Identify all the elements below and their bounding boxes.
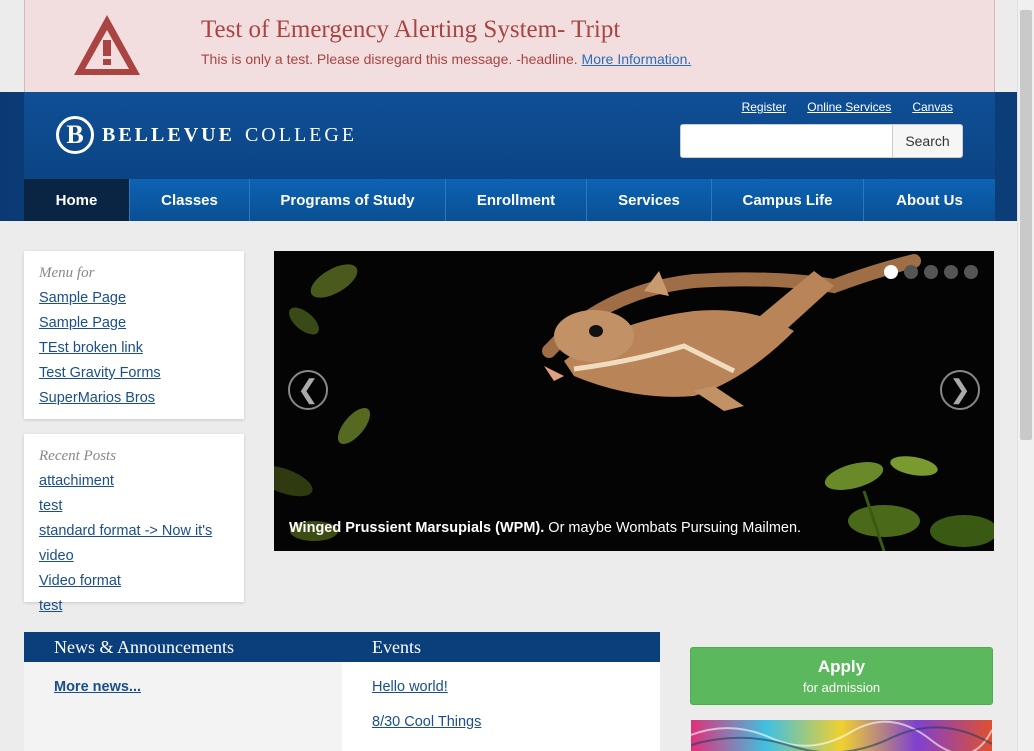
recent-posts-list: attachiment test standard format -> Now …: [39, 469, 229, 619]
post-link[interactable]: test: [39, 498, 62, 514]
search-box: Search: [680, 124, 963, 158]
menu-link[interactable]: Sample Page: [39, 315, 126, 331]
emergency-alert: Test of Emergency Alerting System- Tript…: [24, 0, 995, 93]
menu-widget-title: Menu for: [39, 265, 95, 281]
logo-text: BELLEVUE COLLEGE: [102, 124, 357, 147]
recent-posts-title: Recent Posts: [39, 448, 117, 464]
list-item: attachiment: [39, 469, 229, 494]
logo-mark: B: [56, 116, 94, 154]
list-item: test: [39, 494, 229, 519]
list-item: Sample Page: [39, 286, 229, 311]
online-services-link[interactable]: Online Services: [807, 100, 891, 114]
slider-dot[interactable]: [924, 265, 938, 279]
more-news-link[interactable]: More news...: [54, 679, 141, 695]
news-events-bar: News & Announcements Events: [24, 632, 660, 662]
slider-prev-button[interactable]: ❮: [288, 370, 328, 410]
events-title: Events: [372, 637, 421, 657]
events-panel: Hello world! 8/30 Cool Things: [342, 662, 660, 751]
more-information-link[interactable]: More Information.: [582, 51, 692, 67]
slide-caption: Winged Prussient Marsupials (WPM). Or ma…: [289, 520, 801, 536]
list-item: test: [39, 594, 229, 619]
event-link[interactable]: 8/30 Cool Things: [372, 714, 481, 730]
scrollbar-thumb[interactable]: [1020, 10, 1032, 440]
apply-button[interactable]: Apply for admission: [690, 647, 993, 705]
event-link[interactable]: Hello world!: [372, 679, 448, 695]
list-item: standard format -> Now it's video: [39, 519, 229, 569]
menu-widget: Menu for Sample Page Sample Page TEst br…: [24, 251, 244, 419]
menu-link[interactable]: Test Gravity Forms: [39, 365, 161, 381]
slider-dots: [884, 265, 978, 279]
search-button[interactable]: Search: [892, 125, 962, 157]
caption-bold: Winged Prussient Marsupials (WPM).: [289, 520, 545, 536]
slide-image: [274, 251, 994, 551]
main-nav: Home Classes Programs of Study Enrollmen…: [24, 179, 995, 221]
menu-link[interactable]: Sample Page: [39, 290, 126, 306]
list-item: Test Gravity Forms: [39, 361, 229, 386]
post-link[interactable]: Video format: [39, 573, 121, 589]
page-scrollbar[interactable]: [1017, 0, 1034, 751]
search-input[interactable]: [681, 125, 892, 157]
logo-bold: BELLEVUE: [102, 123, 235, 146]
menu-link[interactable]: SuperMarios Bros: [39, 390, 155, 406]
slider-next-button[interactable]: ❯: [940, 370, 980, 410]
nav-home[interactable]: Home: [24, 179, 129, 221]
menu-link[interactable]: TEst broken link: [39, 340, 143, 356]
slider-dot[interactable]: [964, 265, 978, 279]
nav-campus-life[interactable]: Campus Life: [711, 179, 863, 221]
slider-dot[interactable]: [904, 265, 918, 279]
logo-rest: COLLEGE: [244, 123, 358, 146]
list-item: Video format: [39, 569, 229, 594]
alert-message: This is only a test. Please disregard th…: [201, 51, 691, 67]
post-link[interactable]: attachiment: [39, 473, 114, 489]
post-link[interactable]: test: [39, 598, 62, 614]
warning-icon: [74, 15, 140, 75]
alert-message-text: This is only a test. Please disregard th…: [201, 51, 578, 67]
college-logo[interactable]: B BELLEVUE COLLEGE: [56, 116, 357, 154]
nav-enrollment[interactable]: Enrollment: [445, 179, 586, 221]
recent-posts-widget: Recent Posts attachiment test standard f…: [24, 434, 244, 614]
top-links: Register Online Services Canvas: [742, 100, 953, 114]
promo-art: [691, 720, 992, 751]
slider-dot[interactable]: [944, 265, 958, 279]
promo-image[interactable]: [691, 720, 992, 751]
nav-services[interactable]: Services: [586, 179, 711, 221]
image-slider: ❮ ❯ Winged Prussient Marsupials (WPM). O…: [274, 251, 994, 551]
canvas-link[interactable]: Canvas: [912, 100, 953, 114]
slider-dot[interactable]: [884, 265, 898, 279]
menu-list: Sample Page Sample Page TEst broken link…: [39, 286, 229, 411]
nav-about-us[interactable]: About Us: [863, 179, 995, 221]
news-title: News & Announcements: [54, 637, 234, 657]
list-item: SuperMarios Bros: [39, 386, 229, 411]
caption-rest: Or maybe Wombats Pursuing Mailmen.: [544, 520, 802, 536]
site-header: B BELLEVUE COLLEGE Register Online Servic…: [0, 92, 1018, 221]
apply-title: Apply: [817, 657, 866, 676]
nav-classes[interactable]: Classes: [129, 179, 249, 221]
header-inner: B BELLEVUE COLLEGE Register Online Servic…: [24, 92, 995, 221]
register-link[interactable]: Register: [742, 100, 787, 114]
nav-programs-of-study[interactable]: Programs of Study: [249, 179, 445, 221]
post-link[interactable]: standard format -> Now it's video: [39, 523, 212, 564]
list-item: Sample Page: [39, 311, 229, 336]
alert-title: Test of Emergency Alerting System- Tript: [201, 16, 621, 43]
apply-subtitle: for admission: [802, 680, 881, 695]
list-item: TEst broken link: [39, 336, 229, 361]
